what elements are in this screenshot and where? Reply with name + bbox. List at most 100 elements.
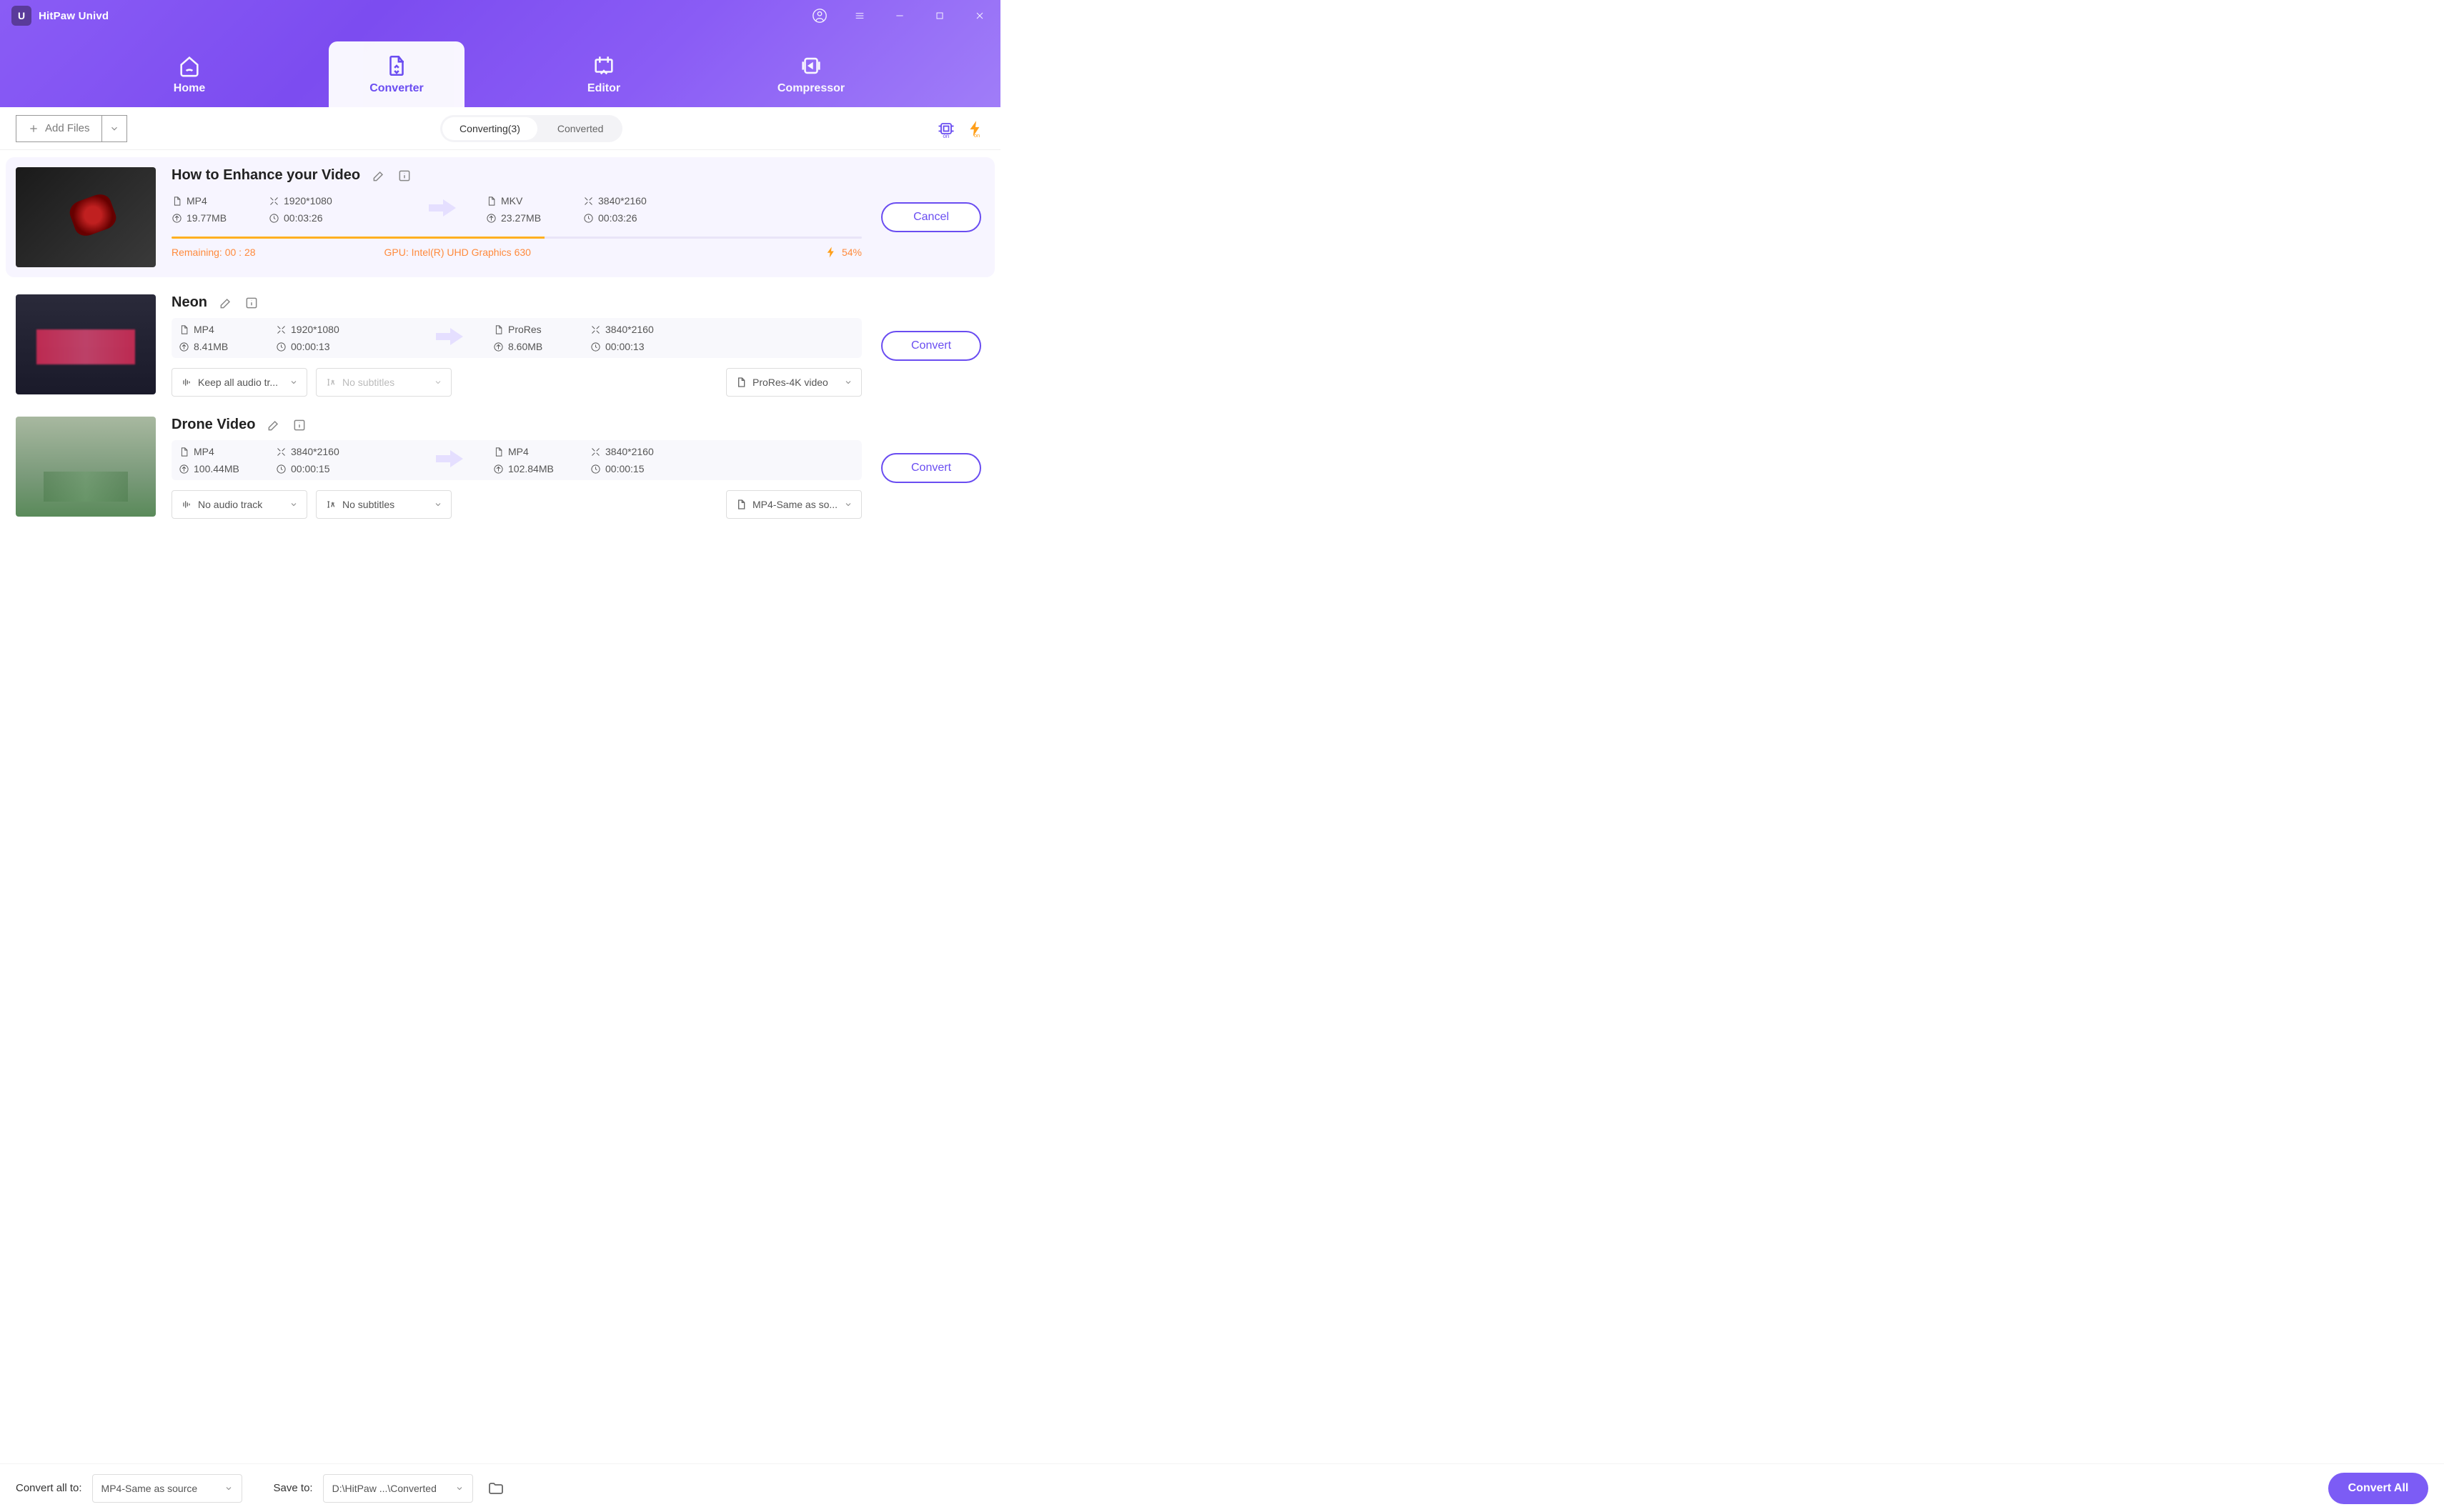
audio-icon xyxy=(181,499,192,510)
progress-area: Remaining: 00 : 28 GPU: Intel(R) UHD Gra… xyxy=(172,237,862,259)
output-format-dropdown[interactable]: MP4-Same as so... xyxy=(726,490,862,519)
size-icon xyxy=(486,213,497,224)
audio-track-dropdown[interactable]: Keep all audio tr... xyxy=(172,368,307,397)
save-to-label: Save to: xyxy=(274,1482,313,1494)
file-title: Neon xyxy=(172,294,207,311)
chevron-down-icon xyxy=(289,378,298,387)
size-icon xyxy=(179,342,189,352)
convert-button[interactable]: Convert xyxy=(881,453,981,483)
arrow-icon xyxy=(436,326,465,351)
resolution-icon xyxy=(590,324,601,335)
file-info-icon[interactable] xyxy=(397,169,412,183)
save-to-dropdown[interactable]: D:\HitPaw ...\Converted xyxy=(323,1474,473,1503)
convert-all-to-label: Convert all to: xyxy=(16,1482,82,1494)
svg-text:on: on xyxy=(974,131,980,137)
app-logo-icon: U xyxy=(11,6,31,26)
chevron-down-icon xyxy=(455,1484,464,1493)
chevron-down-icon xyxy=(844,500,853,509)
toolbar-right: on on xyxy=(936,119,985,139)
home-icon xyxy=(177,54,202,78)
file-icon xyxy=(179,447,189,457)
file-icon xyxy=(486,196,497,207)
file-info-icon[interactable] xyxy=(292,418,307,432)
maximize-icon[interactable] xyxy=(930,6,949,25)
subtitle-dropdown[interactable]: No subtitles xyxy=(316,368,452,397)
bolt-small-icon xyxy=(825,246,838,259)
file-item-body: Neon MP4 1920*1080 8.41MB 00:00:13 xyxy=(172,294,862,397)
file-info-icon[interactable] xyxy=(244,296,259,310)
tab-compressor[interactable]: Compressor xyxy=(743,41,879,107)
plus-icon xyxy=(28,123,39,134)
file-icon xyxy=(493,324,504,335)
thumbnail[interactable] xyxy=(16,417,156,517)
chevron-down-icon xyxy=(434,500,442,509)
converter-icon xyxy=(384,54,409,78)
file-item: How to Enhance your Video MP4 1920*1080 … xyxy=(6,157,995,277)
cancel-button[interactable]: Cancel xyxy=(881,202,981,232)
lightning-icon[interactable]: on xyxy=(966,119,985,138)
resolution-icon xyxy=(269,196,279,207)
folder-icon xyxy=(487,1480,505,1497)
file-icon xyxy=(735,377,747,388)
edit-title-icon[interactable] xyxy=(267,418,281,432)
add-files-button[interactable]: Add Files xyxy=(16,115,101,142)
size-icon xyxy=(493,342,504,352)
thumbnail[interactable] xyxy=(16,167,156,267)
file-item: Neon MP4 1920*1080 8.41MB 00:00:13 xyxy=(16,284,985,407)
chevron-down-icon xyxy=(434,378,442,387)
chevron-down-icon xyxy=(109,124,119,134)
compressor-icon xyxy=(799,54,823,78)
tab-converter[interactable]: Converter xyxy=(329,41,465,107)
convert-all-button[interactable]: Convert All xyxy=(2328,1473,2428,1504)
hardware-accel-icon[interactable]: on xyxy=(936,119,956,139)
chevron-down-icon xyxy=(224,1484,233,1493)
subtitle-dropdown[interactable]: No subtitles xyxy=(316,490,452,519)
file-list: How to Enhance your Video MP4 1920*1080 … xyxy=(0,150,1000,566)
footer-bar: Convert all to: MP4-Same as source Save … xyxy=(0,1463,2444,1512)
progress-remaining: Remaining: 00 : 28 xyxy=(172,247,256,258)
file-item-body: How to Enhance your Video MP4 1920*1080 … xyxy=(172,167,862,267)
duration-icon xyxy=(590,342,601,352)
main-nav: Home Converter Editor Compressor xyxy=(0,31,1000,107)
duration-icon xyxy=(583,213,594,224)
minimize-icon[interactable] xyxy=(890,6,909,25)
add-files-dropdown[interactable] xyxy=(101,115,127,142)
tab-home-label: Home xyxy=(174,82,205,95)
progress-fill xyxy=(172,237,545,239)
close-icon[interactable] xyxy=(970,6,989,25)
convert-all-format-dropdown[interactable]: MP4-Same as source xyxy=(92,1474,242,1503)
open-folder-button[interactable] xyxy=(483,1476,509,1501)
audio-icon xyxy=(181,377,192,388)
arrow-icon xyxy=(429,197,457,222)
edit-title-icon[interactable] xyxy=(219,296,233,310)
subtab-converted[interactable]: Converted xyxy=(540,117,621,140)
add-files-label: Add Files xyxy=(45,122,90,134)
audio-track-dropdown[interactable]: No audio track xyxy=(172,490,307,519)
file-icon xyxy=(735,499,747,510)
subtab-converting[interactable]: Converting(3) xyxy=(442,117,537,140)
tab-home[interactable]: Home xyxy=(121,41,257,107)
duration-icon xyxy=(590,464,601,474)
progress-bar xyxy=(172,237,862,239)
file-title: Drone Video xyxy=(172,417,255,433)
chevron-down-icon xyxy=(844,378,853,387)
resolution-icon xyxy=(276,324,287,335)
editor-icon xyxy=(592,54,616,78)
tab-editor[interactable]: Editor xyxy=(536,41,672,107)
app-title: HitPaw Univd xyxy=(39,10,109,22)
convert-button[interactable]: Convert xyxy=(881,331,981,361)
output-format-dropdown[interactable]: ProRes-4K video xyxy=(726,368,862,397)
size-icon xyxy=(172,213,182,224)
titlebar: U HitPaw Univd xyxy=(0,0,1000,31)
tab-compressor-label: Compressor xyxy=(778,82,845,95)
edit-title-icon[interactable] xyxy=(372,169,386,183)
chevron-down-icon xyxy=(289,500,298,509)
tab-editor-label: Editor xyxy=(587,82,620,95)
file-title: How to Enhance your Video xyxy=(172,167,360,184)
hamburger-menu-icon[interactable] xyxy=(850,6,869,25)
window-controls xyxy=(810,6,989,25)
thumbnail[interactable] xyxy=(16,294,156,394)
toolbar: Add Files Converting(3) Converted on on xyxy=(0,107,1000,150)
user-icon[interactable] xyxy=(810,6,829,25)
play-icon xyxy=(75,207,96,228)
